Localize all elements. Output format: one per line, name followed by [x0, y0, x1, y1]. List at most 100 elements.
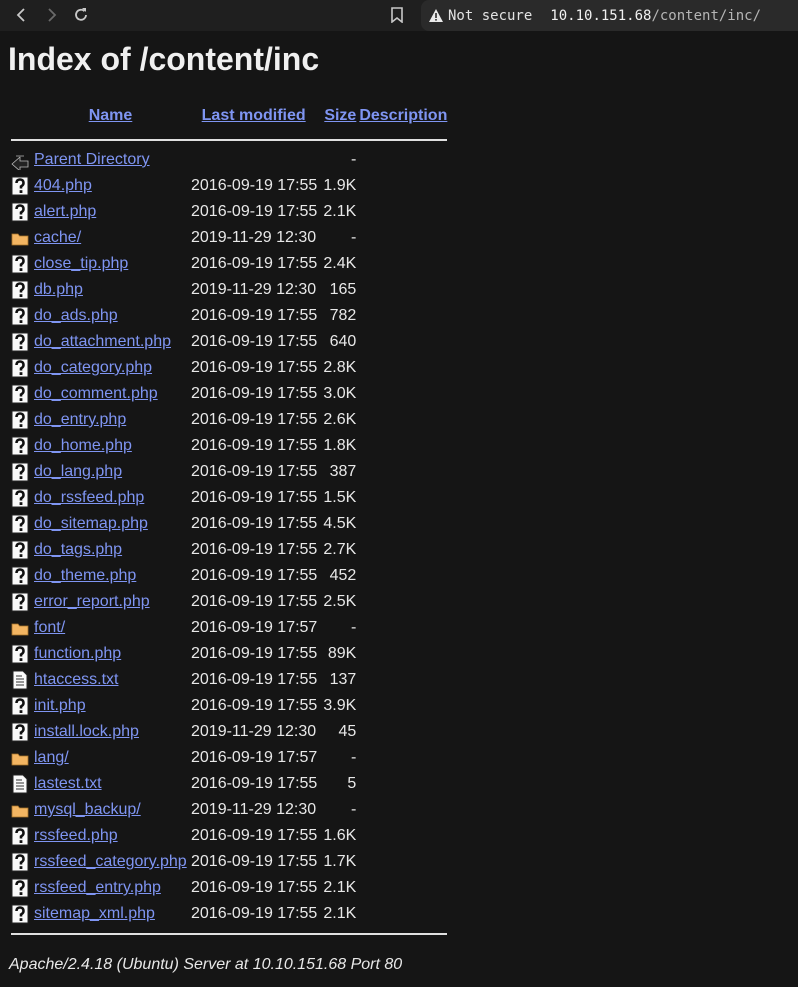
modified-cell: 2016-09-19 17:55: [191, 307, 318, 324]
forward-button[interactable]: [40, 4, 62, 26]
name-cell: 404.php: [34, 173, 187, 199]
file-link[interactable]: do_home.php: [34, 437, 132, 454]
security-label[interactable]: Not secure: [448, 8, 532, 24]
modified-cell: 2016-09-19 17:55: [191, 853, 318, 870]
table-row: rssfeed_category.php 2016-09-19 17:55 1.7K: [11, 849, 447, 875]
name-cell: do_attachment.php: [34, 329, 187, 355]
file-link[interactable]: sitemap_xml.php: [34, 905, 155, 922]
file-link[interactable]: do_theme.php: [34, 567, 136, 584]
name-cell: do_entry.php: [34, 407, 187, 433]
file-link[interactable]: Parent Directory: [34, 151, 150, 168]
modified-cell: 2016-09-19 17:57: [191, 619, 318, 636]
row-icon-cell: [11, 641, 31, 667]
row-icon-cell: [11, 485, 31, 511]
folder-icon: [11, 618, 31, 638]
row-icon-cell: [11, 875, 31, 901]
table-row: rssfeed_entry.php 2016-09-19 17:55 2.1K: [11, 875, 447, 901]
file-link[interactable]: rssfeed_entry.php: [34, 879, 161, 896]
size-cell: 2.1K: [323, 203, 357, 220]
modified-cell: 2016-09-19 17:55: [191, 385, 318, 402]
table-row: do_attachment.php 2016-09-19 17:55 640: [11, 329, 447, 355]
size-header: Size: [320, 99, 356, 133]
table-row: sitemap_xml.php 2016-09-19 17:55 2.1K: [11, 901, 447, 927]
description-cell: [359, 563, 447, 589]
unknown-file-icon: [11, 644, 31, 664]
unknown-file-icon: [11, 202, 31, 222]
file-link[interactable]: do_comment.php: [34, 385, 158, 402]
reload-button[interactable]: [70, 4, 92, 26]
file-link[interactable]: error_report.php: [34, 593, 150, 610]
file-link[interactable]: do_entry.php: [34, 411, 126, 428]
description-cell: [359, 407, 447, 433]
table-row: function.php 2016-09-19 17:55 89K: [11, 641, 447, 667]
description-cell: [359, 511, 447, 537]
file-link[interactable]: 404.php: [34, 177, 92, 194]
file-link[interactable]: function.php: [34, 645, 121, 662]
folder-icon: [11, 228, 31, 248]
file-link[interactable]: mysql_backup/: [34, 801, 141, 818]
description-cell: [359, 433, 447, 459]
size-cell: -: [351, 801, 357, 818]
description-cell: [359, 875, 447, 901]
row-icon-cell: [11, 381, 31, 407]
description-cell: [359, 485, 447, 511]
row-icon-cell: [11, 667, 31, 693]
name-cell: rssfeed.php: [34, 823, 187, 849]
modified-header: Last modified: [190, 99, 317, 133]
file-link[interactable]: do_tags.php: [34, 541, 122, 558]
file-link[interactable]: do_ads.php: [34, 307, 118, 324]
table-row: db.php 2019-11-29 12:30 165: [11, 277, 447, 303]
name-cell: mysql_backup/: [34, 797, 187, 823]
table-row: alert.php 2016-09-19 17:55 2.1K: [11, 199, 447, 225]
file-link[interactable]: do_lang.php: [34, 463, 122, 480]
table-row: mysql_backup/2019-11-29 12:30 -: [11, 797, 447, 823]
name-cell: do_theme.php: [34, 563, 187, 589]
file-link[interactable]: init.php: [34, 697, 86, 714]
file-link[interactable]: db.php: [34, 281, 83, 298]
file-link[interactable]: htaccess.txt: [34, 671, 118, 688]
name-cell: function.php: [34, 641, 187, 667]
sort-name-link[interactable]: Name: [89, 107, 133, 124]
size-cell: -: [351, 619, 357, 636]
size-cell: 3.0K: [323, 385, 357, 402]
file-link[interactable]: do_category.php: [34, 359, 152, 376]
file-link[interactable]: font/: [34, 619, 65, 636]
table-row: lastest.txt 2016-09-19 17:55 5: [11, 771, 447, 797]
file-link[interactable]: do_attachment.php: [34, 333, 171, 350]
divider: [11, 933, 448, 935]
name-cell: do_tags.php: [34, 537, 187, 563]
file-link[interactable]: install.lock.php: [34, 723, 139, 740]
row-icon-cell: [11, 225, 31, 251]
description-cell: [359, 329, 447, 355]
file-link[interactable]: close_tip.php: [34, 255, 128, 272]
file-link[interactable]: lastest.txt: [34, 775, 102, 792]
sort-size-link[interactable]: Size: [324, 107, 356, 124]
bookmark-button[interactable]: [386, 4, 408, 26]
table-row: error_report.php 2016-09-19 17:55 2.5K: [11, 589, 447, 615]
name-cell: init.php: [34, 693, 187, 719]
row-icon-cell: [11, 407, 31, 433]
file-link[interactable]: cache/: [34, 229, 81, 246]
file-link[interactable]: rssfeed.php: [34, 827, 118, 844]
name-cell: close_tip.php: [34, 251, 187, 277]
address-bar[interactable]: Not secure 10.10.151.68/content/inc/: [421, 0, 798, 31]
url-text[interactable]: 10.10.151.68/content/inc/: [550, 8, 761, 24]
server-signature: Apache/2.4.18 (Ubuntu) Server at 10.10.1…: [9, 956, 403, 973]
unknown-file-icon: [11, 540, 31, 560]
modified-cell: 2016-09-19 17:55: [191, 203, 318, 220]
reload-icon: [75, 8, 87, 21]
file-link[interactable]: lang/: [34, 749, 69, 766]
bookmark-icon: [391, 7, 403, 23]
file-link[interactable]: do_rssfeed.php: [34, 489, 144, 506]
sort-modified-link[interactable]: Last modified: [202, 107, 306, 124]
file-link[interactable]: rssfeed_category.php: [34, 853, 187, 870]
table-row: do_tags.php 2016-09-19 17:55 2.7K: [11, 537, 447, 563]
name-cell: do_lang.php: [34, 459, 187, 485]
sort-description-link[interactable]: Description: [359, 107, 447, 124]
back-button[interactable]: [11, 4, 33, 26]
file-link[interactable]: do_sitemap.php: [34, 515, 148, 532]
file-link[interactable]: alert.php: [34, 203, 96, 220]
description-cell: [359, 225, 447, 251]
description-cell: [359, 849, 447, 875]
name-cell: rssfeed_entry.php: [34, 875, 187, 901]
